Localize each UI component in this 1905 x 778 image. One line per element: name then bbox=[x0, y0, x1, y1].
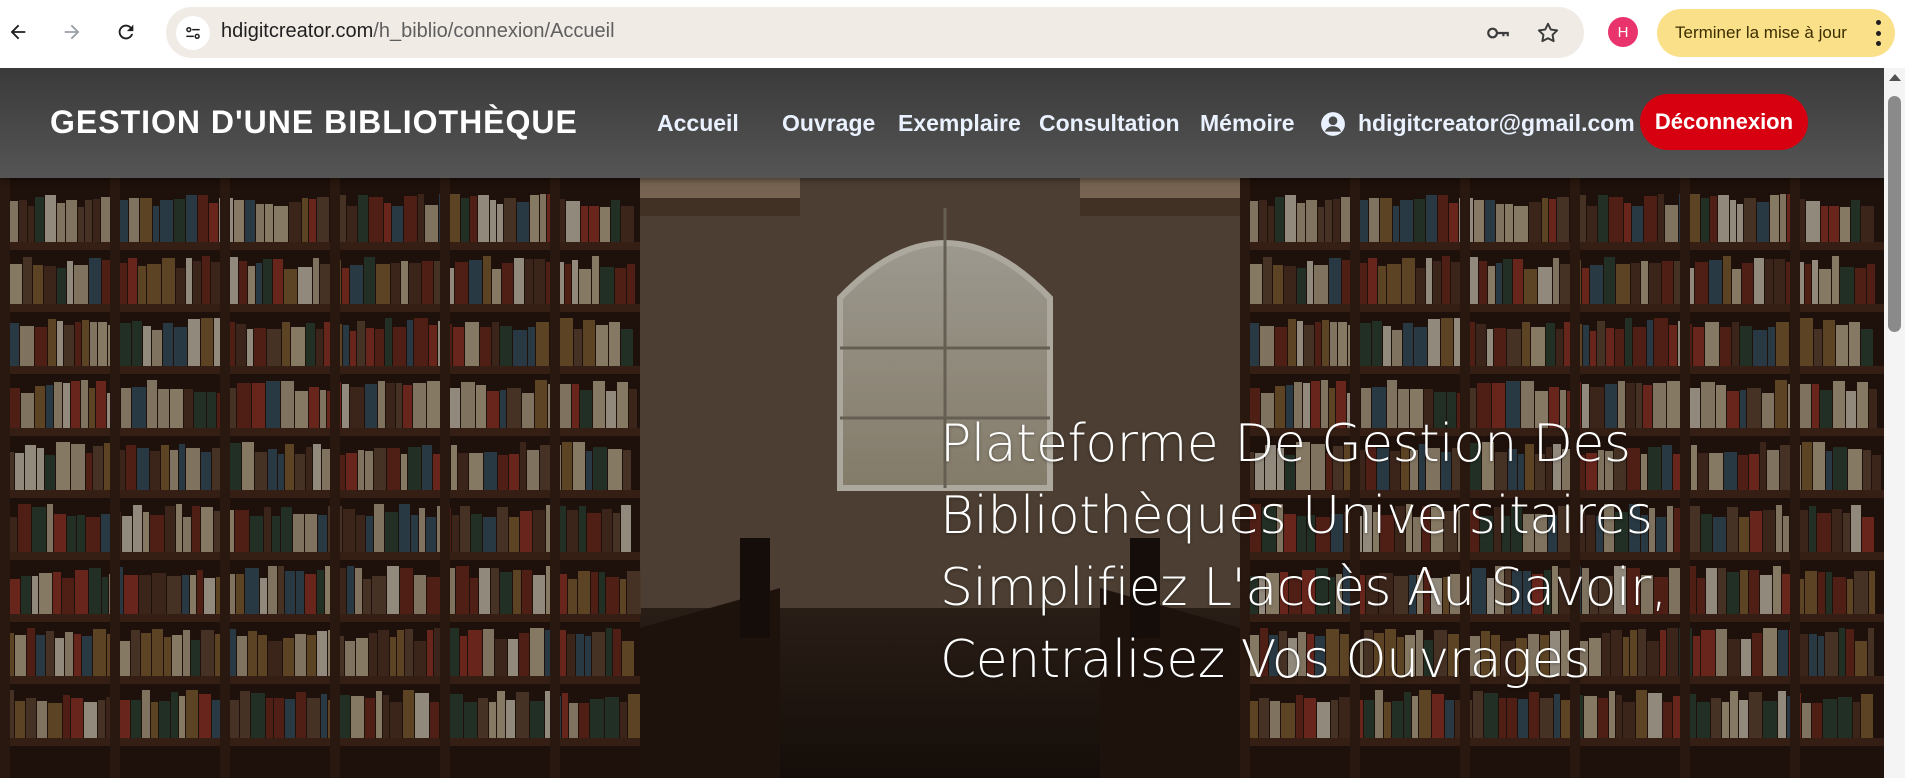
hero-line-3: Simplifiez L'accès Au Savoir, bbox=[940, 558, 1667, 618]
nav-item-accueil[interactable]: Accueil bbox=[657, 110, 739, 137]
more-menu-icon[interactable] bbox=[1875, 20, 1881, 46]
url-host: hdigitcreator.com bbox=[221, 20, 374, 42]
update-browser-button[interactable]: Terminer la mise à jour bbox=[1657, 9, 1895, 57]
nav-item-consultation[interactable]: Consultation bbox=[1039, 110, 1180, 137]
page-scrollbar[interactable] bbox=[1884, 68, 1905, 778]
user-email: hdigitcreator@gmail.com bbox=[1358, 110, 1635, 136]
logout-button[interactable]: Déconnexion bbox=[1640, 94, 1808, 150]
arrow-right-icon bbox=[64, 24, 80, 40]
nav-item-ouvrage[interactable]: Ouvrage bbox=[782, 110, 875, 137]
user-account[interactable]: hdigitcreator@gmail.com bbox=[1320, 110, 1635, 137]
url-text[interactable]: hdigitcreator.com/h_biblio/connexion/Acc… bbox=[221, 20, 615, 43]
scroll-up-arrow-icon[interactable] bbox=[1889, 74, 1901, 81]
key-icon bbox=[1487, 27, 1509, 39]
site-brand[interactable]: GESTION D'UNE BIBLIOTHÈQUE bbox=[50, 104, 578, 141]
hero-line-4: Centralisez Vos Ouvrages bbox=[940, 630, 1590, 690]
address-bar[interactable]: hdigitcreator.com/h_biblio/connexion/Acc… bbox=[166, 7, 1584, 58]
update-label: Terminer la mise à jour bbox=[1675, 23, 1847, 42]
page-viewport: Plateforme De Gestion Des Bibliothèques … bbox=[0, 68, 1884, 778]
browser-toolbar: hdigitcreator.com/h_biblio/connexion/Acc… bbox=[0, 0, 1905, 68]
hero-line-1: Plateforme De Gestion Des bbox=[940, 414, 1631, 474]
hero-title: Plateforme De Gestion Des Bibliothèques … bbox=[940, 408, 1700, 696]
back-button[interactable] bbox=[0, 14, 36, 50]
bookmark-button[interactable] bbox=[1534, 19, 1562, 47]
arrow-left-icon bbox=[10, 24, 26, 40]
star-icon bbox=[1537, 22, 1559, 43]
site-navbar: GESTION D'UNE BIBLIOTHÈQUE Accueil Ouvra… bbox=[0, 68, 1884, 178]
profile-initial: H bbox=[1617, 23, 1629, 41]
reload-icon bbox=[118, 24, 134, 40]
user-circle-icon bbox=[1321, 111, 1345, 136]
site-info-button[interactable] bbox=[176, 16, 210, 50]
reload-button[interactable] bbox=[108, 14, 144, 50]
tune-icon bbox=[186, 26, 200, 39]
profile-avatar[interactable]: H bbox=[1608, 17, 1638, 47]
scrollbar-thumb[interactable] bbox=[1888, 96, 1901, 332]
forward-button[interactable] bbox=[54, 14, 90, 50]
hero-line-2: Bibliothèques Universitaires bbox=[940, 486, 1653, 546]
nav-item-exemplaire[interactable]: Exemplaire bbox=[898, 110, 1021, 137]
nav-item-memoire[interactable]: Mémoire bbox=[1200, 110, 1295, 137]
password-key-button[interactable] bbox=[1484, 19, 1512, 47]
url-path: /h_biblio/connexion/Accueil bbox=[373, 20, 615, 42]
